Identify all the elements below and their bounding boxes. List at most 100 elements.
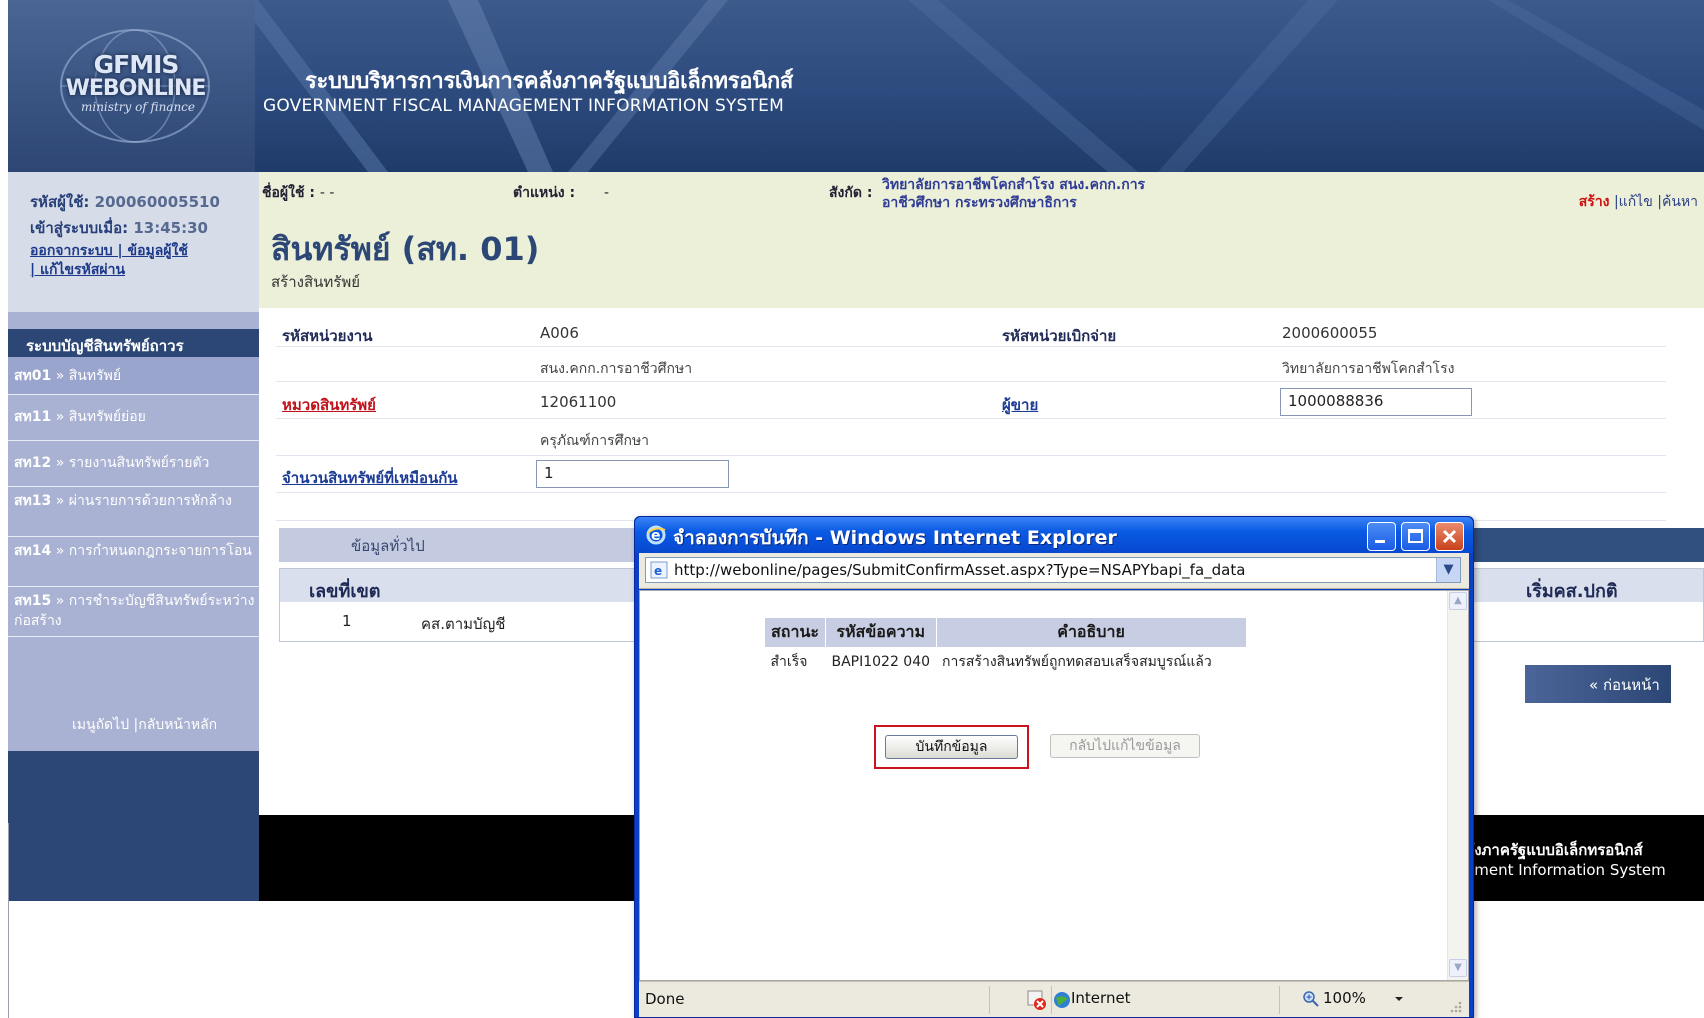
- grid-col-start: เริ่มคส.ปกติ: [1526, 581, 1618, 602]
- login-time-label: เข้าสู่ระบบเมื่อ:: [30, 219, 129, 237]
- tab-general-info[interactable]: ข้อมูลทั่วไป: [279, 528, 645, 562]
- org-line2: อาชีวศึกษา กระทรวงศึกษาธิการ: [882, 195, 1077, 211]
- address-url: http://webonline/pages/SubmitConfirmAsse…: [674, 561, 1246, 579]
- result-status: สำเร็จ: [770, 654, 808, 670]
- position-value: -: [603, 185, 610, 201]
- resize-grip-icon[interactable]: [1447, 998, 1463, 1014]
- position-label: ตำแหน่ง :: [513, 185, 576, 201]
- login-time-line: เข้าสู่ระบบเมื่อ: 13:45:30: [30, 216, 208, 240]
- zoom-dropdown-icon[interactable]: [1393, 994, 1405, 1004]
- close-button[interactable]: [1435, 522, 1464, 551]
- vendor-input[interactable]: 1000088836: [1280, 388, 1472, 416]
- row-divider: [276, 492, 1666, 493]
- user-id-value: 200060005510: [94, 193, 220, 211]
- same-assets-count-input[interactable]: 1: [536, 460, 729, 488]
- logo-text-webonline: WEBONLINE: [65, 76, 207, 101]
- sidebar-item-sep: »: [51, 493, 69, 509]
- sidebar-item-code: สท12: [14, 455, 52, 471]
- disbursement-unit-name: วิทยาลัยการอาชีพโคกสำโรง: [1282, 361, 1455, 377]
- sidebar-item-sep: »: [51, 593, 69, 609]
- vertical-scrollbar[interactable]: ▲ ▼: [1447, 591, 1468, 980]
- result-message-code: BAPI1022 040: [831, 654, 931, 670]
- logo-text-gfmis: GFMIS: [93, 50, 180, 79]
- sidebar-item-code: สท15: [14, 593, 52, 609]
- org-line1: วิทยาลัยการอาชีพโคกสำโรง สนง.คกก.การ: [882, 177, 1146, 193]
- app-header: GFMIS WEBONLINE ministry of finance: [8, 0, 1704, 172]
- edit-search-action-links[interactable]: |แก้ไข |ค้นหา: [1610, 194, 1698, 210]
- header-background-rays: [238, 0, 1704, 172]
- table-row: สำเร็จ BAPI1022 040 การสร้างสินทรัพย์ถูก…: [765, 648, 1247, 677]
- position-field: ตำแหน่ง : -: [513, 182, 609, 204]
- sidebar-item-clearing[interactable]: สท13 » ผ่านรายการด้วยการหักล้าง: [8, 487, 259, 537]
- sidebar-item-label: รายงานสินทรัพย์รายตัว: [68, 455, 210, 471]
- sidebar-user-panel: รหัสผู้ใช้: 200060005510 เข้าสู่ระบบเมื่…: [8, 172, 259, 312]
- sidebar-item-code: สท14: [14, 543, 52, 559]
- page-subtitle: สร้างสินทรัพย์: [271, 273, 360, 291]
- row-divider: [276, 455, 1666, 456]
- maximize-icon: [1408, 529, 1423, 543]
- asset-category-code: 12061100: [540, 393, 617, 411]
- row-divider: [276, 381, 1666, 382]
- save-data-button[interactable]: บันทึกข้อมูล: [885, 735, 1018, 759]
- asset-category-link[interactable]: หมวดสินทรัพย์: [282, 393, 376, 417]
- sidebar-item-asset[interactable]: สท01 » สินทรัพย์: [8, 357, 259, 395]
- footer-text-english: ement Information System: [1465, 861, 1666, 879]
- sidebar-item-code: สท13: [14, 493, 52, 509]
- vendor-link[interactable]: ผู้ขาย: [1002, 393, 1038, 417]
- address-field[interactable]: e http://webonline/pages/SubmitConfirmAs…: [645, 557, 1461, 583]
- username-label: ชื่อผู้ใช้ :: [262, 185, 315, 201]
- sidebar-item-sub-asset[interactable]: สท11 » สินทรัพย์ย่อย: [8, 395, 259, 441]
- sidebar-item-sep: »: [51, 409, 69, 425]
- footer-left: [8, 815, 259, 901]
- scroll-down-icon[interactable]: ▼: [1449, 959, 1467, 977]
- logout-and-profile-links[interactable]: ออกจากระบบ | ข้อมูลผู้ใช้: [30, 243, 188, 259]
- change-password-link[interactable]: | แก้ไขรหัสผ่าน: [30, 262, 125, 278]
- sidebar-item-code: สท11: [14, 409, 52, 425]
- create-action-link[interactable]: สร้าง: [1579, 194, 1610, 210]
- previous-button[interactable]: « ก่อนหน้า: [1525, 665, 1671, 703]
- svg-text:e: e: [654, 564, 662, 578]
- zoom-level[interactable]: 100%: [1323, 989, 1366, 1007]
- svg-text:e: e: [651, 528, 661, 544]
- user-links-line2: | แก้ไขรหัสผ่าน: [30, 259, 125, 281]
- result-col-description: คำอธิบาย: [935, 617, 1247, 648]
- agency-code-value: A006: [540, 324, 579, 342]
- scroll-up-icon[interactable]: ▲: [1449, 592, 1467, 610]
- close-icon: [1442, 529, 1457, 544]
- internet-zone-globe-icon: [1054, 992, 1070, 1008]
- grid-cell-description: คส.ตามบัญชี: [421, 615, 506, 633]
- save-button-highlight: บันทึกข้อมูล: [874, 725, 1029, 769]
- status-done-text: Done: [645, 990, 685, 1008]
- dialog-content: สถานะ รหัสข้อความ คำอธิบาย สำเร็จ BAPI10…: [639, 590, 1469, 981]
- status-separator: [989, 986, 990, 1014]
- sidebar-item-distribution-rule[interactable]: สท14 » การกำหนดกฎกระจายการโอน: [8, 537, 259, 587]
- status-zone-text: Internet: [1071, 989, 1131, 1007]
- same-assets-count-link[interactable]: จำนวนสินทรัพย์ที่เหมือนกัน: [282, 466, 458, 490]
- dialog-titlebar[interactable]: e จำลองการบันทึก - Windows Internet Expl…: [635, 517, 1473, 553]
- system-title-thai: ระบบบริหารการเงินการคลังภาครัฐแบบอิเล็กท…: [305, 69, 794, 94]
- maximize-button[interactable]: [1401, 522, 1430, 551]
- user-id-line: รหัสผู้ใช้: 200060005510: [30, 190, 220, 214]
- page-title: สินทรัพย์ (สท. 01): [271, 230, 540, 268]
- sidebar-item-auc-settlement[interactable]: สท15 » การชำระบัญชีสินทรัพย์ระหว่างก่อสร…: [8, 587, 259, 637]
- page-icon: e: [650, 561, 668, 579]
- user-id-label: รหัสผู้ใช้:: [30, 193, 90, 211]
- username-field: ชื่อผู้ใช้ : - -: [262, 182, 334, 204]
- agency-name-value: สนง.คกก.การอาชีวศึกษา: [540, 361, 693, 377]
- sidebar-item-code: สท01: [14, 368, 52, 384]
- result-col-message-code: รหัสข้อความ: [824, 617, 937, 648]
- zoom-icon: [1303, 991, 1319, 1007]
- sidebar-item-label: ผ่านรายการด้วยการหักล้าง: [68, 493, 232, 509]
- status-bar: Done Internet 100%: [639, 981, 1469, 1017]
- browser-page: GFMIS WEBONLINE ministry of finance ระบบ…: [0, 0, 1704, 1018]
- grid-cell-area: 1: [342, 612, 352, 630]
- address-dropdown-icon[interactable]: ▼: [1436, 558, 1460, 582]
- asset-category-name: ครุภัณฑ์การศึกษา: [540, 433, 650, 449]
- back-to-edit-button[interactable]: กลับไปแก้ไขข้อมูล: [1050, 734, 1200, 758]
- sidebar-item-sep: »: [51, 455, 69, 471]
- sidebar-bottom-links[interactable]: เมนูถัดไป |กลับหน้าหลัก: [72, 714, 217, 736]
- minimize-button[interactable]: [1367, 522, 1396, 551]
- sidebar-item-sep: »: [51, 368, 69, 384]
- result-table-header: สถานะ รหัสข้อความ คำอธิบาย: [764, 617, 1247, 648]
- sidebar-item-asset-report[interactable]: สท12 » รายงานสินทรัพย์รายตัว: [8, 441, 259, 487]
